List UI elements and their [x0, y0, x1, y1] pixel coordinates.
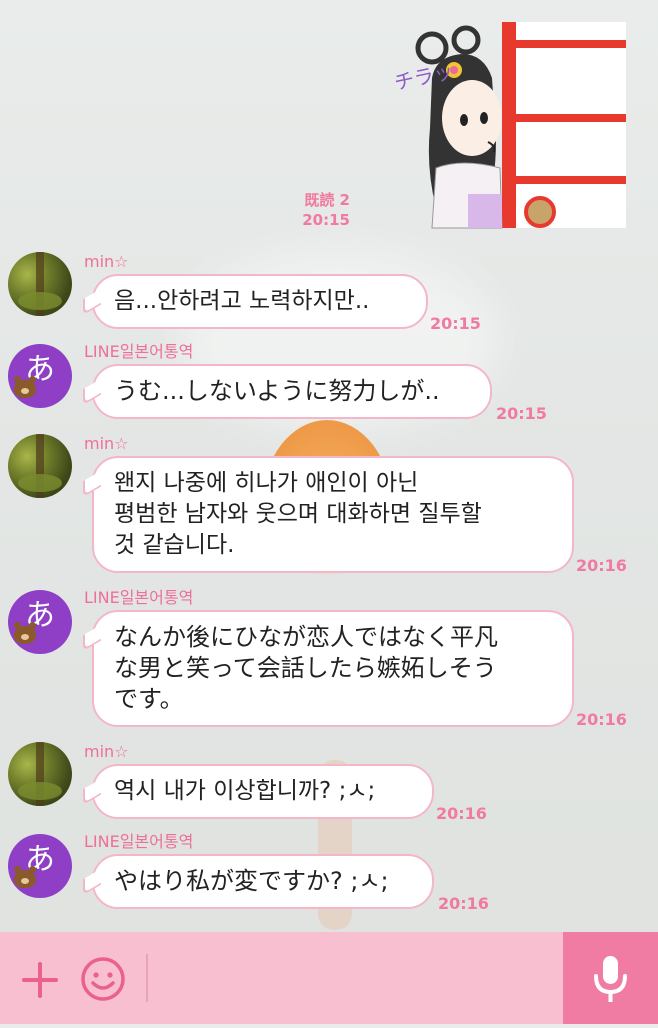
message-text-line: なんか後にひなが恋人ではなく平凡	[114, 623, 498, 651]
message-time: 20:15	[496, 404, 547, 423]
message-bubble[interactable]: やはり私が変ですか? ;ㅅ;	[92, 854, 434, 909]
message-text-line: 왠지 나중에 히나가 애인이 아닌	[114, 470, 419, 496]
sender-name: min☆	[84, 742, 129, 761]
message-bubble[interactable]: 음...안하려고 노력하지만..	[92, 274, 428, 329]
message-text: 음...안하려고 노력하지만..	[114, 288, 370, 314]
avatar-min[interactable]	[8, 434, 72, 498]
message-text: うむ...しないように努力しが..	[114, 377, 440, 405]
message-time: 20:16	[576, 710, 627, 729]
message-time: 20:16	[576, 556, 627, 575]
avatar-min[interactable]	[8, 742, 72, 806]
sticker-peeking-girl[interactable]: チラッ	[392, 18, 628, 230]
avatar-line-translator[interactable]: あ	[8, 344, 72, 408]
message-bubble[interactable]: 역시 내가 이상합니까? ;ㅅ;	[92, 764, 434, 819]
message-text-line: です。	[114, 685, 184, 713]
message-text-line: な男と笑って会話したら嫉妬しそう	[114, 654, 497, 682]
message-text-line: 평범한 남자와 웃으며 대화하면 질투할	[114, 501, 482, 527]
sender-name: min☆	[84, 252, 129, 271]
bear-icon	[14, 622, 36, 644]
avatar-line-translator[interactable]: あ	[8, 590, 72, 654]
avatar-line-translator[interactable]: あ	[8, 834, 72, 898]
read-time: 20:15	[302, 211, 350, 229]
microphone-button[interactable]	[563, 932, 658, 1024]
message-text-line: 것 같습니다.	[114, 532, 235, 558]
emoji-icon[interactable]	[80, 956, 126, 1002]
sender-name: LINE일본어통역	[84, 342, 194, 361]
input-bar	[0, 932, 658, 1024]
message-bubble[interactable]: なんか後にひなが恋人ではなく平凡 な男と笑って会話したら嫉妬しそう です。	[92, 610, 574, 727]
message-time: 20:16	[436, 804, 487, 823]
message-text: 역시 내가 이상합니까? ;ㅅ;	[114, 778, 376, 804]
message-text: やはり私が変ですか? ;ㅅ;	[114, 867, 389, 895]
sender-name: LINE일본어통역	[84, 832, 194, 851]
sender-name: LINE일본어통역	[84, 588, 194, 607]
bear-icon	[14, 376, 36, 398]
message-time: 20:16	[438, 894, 489, 913]
message-bubble[interactable]: 왠지 나중에 히나가 애인이 아닌 평범한 남자와 웃으며 대화하면 질투할 것…	[92, 456, 574, 573]
message-time: 20:15	[430, 314, 481, 333]
sender-name: min☆	[84, 434, 129, 453]
message-bubble[interactable]: うむ...しないように努力しが..	[92, 364, 492, 419]
plus-icon[interactable]	[18, 958, 62, 1002]
read-receipt: 既読 2 20:15	[280, 190, 350, 230]
bear-icon	[14, 866, 36, 888]
divider	[146, 954, 148, 1002]
microphone-icon	[594, 956, 627, 1002]
avatar-min[interactable]	[8, 252, 72, 316]
read-count-label: 既読 2	[304, 191, 350, 209]
